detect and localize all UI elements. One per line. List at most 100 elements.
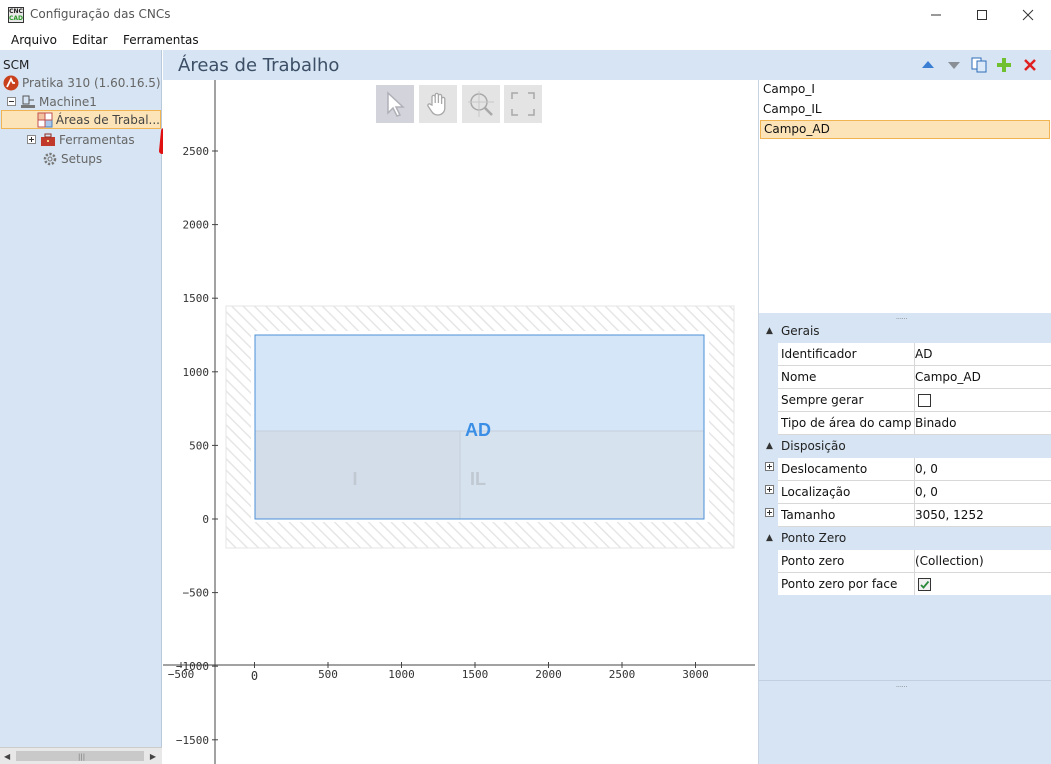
properties-panel: Campo_I Campo_IL Campo_AD ...... ▲ Gerais … xyxy=(758,80,1051,764)
y-tick-label: 2500 xyxy=(183,145,210,158)
area-i-label: I xyxy=(352,469,357,489)
y-tick-label: −1500 xyxy=(176,734,209,747)
checkmark-icon xyxy=(920,580,930,589)
pan-tool-button[interactable] xyxy=(419,85,457,123)
category-gerais[interactable]: ▲ Gerais xyxy=(759,320,1051,343)
expand-localizacao-icon[interactable] xyxy=(765,485,774,494)
prop-identificador[interactable]: Identificador AD xyxy=(778,343,1051,366)
tree-item-machine-model[interactable]: Pratika 310 (1.60.16.5) xyxy=(3,73,161,92)
prop-tamanho[interactable]: Tamanho 3050, 1252 xyxy=(778,504,1051,527)
prop-sempre-gerar[interactable]: Sempre gerar xyxy=(778,389,1051,412)
tree-panel: SCM Pratika 310 (1.60.16.5) Machine1 Áre… xyxy=(0,50,162,764)
tree-item-setups[interactable]: Setups xyxy=(42,149,102,168)
move-down-icon xyxy=(948,62,960,69)
y-tick-label: 2000 xyxy=(183,219,210,232)
chevron-up-icon[interactable]: ▲ xyxy=(766,527,773,550)
tree-item-label: Machine1 xyxy=(39,94,97,109)
maximize-button[interactable] xyxy=(959,0,1005,30)
prop-deslocamento[interactable]: Deslocamento 0, 0 xyxy=(778,458,1051,481)
minimize-button[interactable] xyxy=(913,0,959,30)
grid-icon xyxy=(37,112,53,128)
zoom-tool-button[interactable] xyxy=(462,85,500,123)
prop-nome[interactable]: Nome Campo_AD xyxy=(778,366,1051,389)
area-list-item[interactable]: Campo_IL xyxy=(760,100,1050,119)
category-ponto-zero[interactable]: ▲ Ponto Zero xyxy=(759,527,1051,550)
menu-ferramentas[interactable]: Ferramentas xyxy=(123,33,199,47)
app-logo-icon: CNC CAD xyxy=(8,7,24,23)
work-area-canvas[interactable]: AD I IL 2500 2000 1500 1000 500 0 −500 −1000 −15… xyxy=(163,80,758,764)
expand-icon[interactable] xyxy=(27,135,36,144)
y-tick-label: 1500 xyxy=(183,292,210,305)
y-tick-label: 1000 xyxy=(183,366,210,379)
pan-hand-icon xyxy=(427,92,446,116)
x-tick-label: 1000 xyxy=(388,668,415,681)
prop-ponto-zero[interactable]: Ponto zero (Collection) xyxy=(778,550,1051,573)
tree-item-ferramentas[interactable]: Ferramentas xyxy=(27,130,135,149)
menu-arquivo[interactable]: Arquivo xyxy=(11,33,57,47)
work-area-plot[interactable]: AD I IL 25002000150010005000−500−1000−15… xyxy=(163,80,758,764)
collapse-icon[interactable] xyxy=(7,97,16,106)
x-tick-label: 2000 xyxy=(535,668,562,681)
sempre-gerar-checkbox[interactable] xyxy=(918,394,931,407)
content-header: Áreas de Trabalho xyxy=(163,50,1051,80)
splitter-grip-icon: ...... xyxy=(896,682,908,689)
copy-icon xyxy=(971,57,987,73)
menu-bar: Arquivo Editar Ferramentas xyxy=(0,30,1051,50)
select-tool-button[interactable] xyxy=(376,85,414,123)
tree-horizontal-scrollbar[interactable]: ◀ ||| ▶ xyxy=(0,747,162,764)
close-button[interactable] xyxy=(1005,0,1051,30)
scroll-right-icon[interactable]: ▶ xyxy=(150,752,156,761)
property-grid: ▲ Gerais Identificador AD Nome Campo_AD … xyxy=(759,320,1051,596)
y-tick-label: 500 xyxy=(189,439,209,452)
add-icon xyxy=(997,58,1011,72)
copy-button[interactable] xyxy=(971,57,987,73)
prop-ponto-zero-por-face[interactable]: Ponto zero por face xyxy=(778,573,1051,596)
menu-editar[interactable]: Editar xyxy=(72,33,108,47)
chevron-up-icon[interactable]: ▲ xyxy=(766,435,773,458)
ponto-zero-por-face-checkbox[interactable] xyxy=(918,578,931,591)
title-bar: CNC CAD Configuração das CNCs xyxy=(0,0,1051,30)
fit-view-tool-button[interactable] xyxy=(504,85,542,123)
chevron-up-icon[interactable]: ▲ xyxy=(766,320,773,343)
category-disposicao[interactable]: ▲ Disposição xyxy=(759,435,1051,458)
prop-localizacao[interactable]: Localização 0, 0 xyxy=(778,481,1051,504)
area-list-item[interactable]: Campo_I xyxy=(760,80,1050,99)
delete-button[interactable] xyxy=(1022,57,1038,73)
tree-item-label: Ferramentas xyxy=(59,132,135,147)
tree-root-label[interactable]: SCM xyxy=(3,58,29,72)
x-tick-label: −500 xyxy=(168,668,195,681)
page-title: Áreas de Trabalho xyxy=(178,55,340,76)
toolbox-icon xyxy=(40,132,56,148)
scroll-left-icon[interactable]: ◀ xyxy=(4,752,10,761)
area-ad-label: AD xyxy=(465,420,491,440)
tree-item-machine1[interactable]: Machine1 xyxy=(7,92,97,111)
tree-item-label: Pratika 310 (1.60.16.5) xyxy=(22,75,161,90)
area-il[interactable] xyxy=(459,430,705,520)
description-splitter[interactable]: ...... xyxy=(759,680,1051,689)
maximize-icon xyxy=(977,10,987,20)
x-tick-label: 2500 xyxy=(609,668,636,681)
gear-icon xyxy=(42,151,58,167)
tree-item-label: Áreas de Trabal... xyxy=(55,112,160,127)
move-down-button[interactable] xyxy=(946,57,962,73)
x-tick-label: 500 xyxy=(318,668,338,681)
delete-icon xyxy=(1024,59,1036,71)
expand-deslocamento-icon[interactable] xyxy=(765,462,774,471)
expand-tamanho-icon[interactable] xyxy=(765,508,774,517)
area-list-item[interactable]: Campo_AD xyxy=(760,120,1050,139)
add-button[interactable] xyxy=(996,57,1012,73)
prop-tipo-area[interactable]: Tipo de área do campo... Binado xyxy=(778,412,1051,435)
tree-item-areas[interactable]: Áreas de Trabal... xyxy=(1,110,161,129)
y-axis-ticks: 25002000150010005000−500−1000−1500 xyxy=(176,145,218,747)
brand-logo-icon xyxy=(3,75,19,91)
zoom-icon xyxy=(468,91,494,117)
move-up-button[interactable] xyxy=(920,57,936,73)
list-splitter[interactable]: ...... xyxy=(759,313,1051,321)
scroll-grip-icon: ||| xyxy=(78,753,86,761)
close-icon xyxy=(1022,9,1034,21)
window-title: Configuração das CNCs xyxy=(30,7,171,21)
y-tick-label: −500 xyxy=(183,587,210,600)
y-tick-label: 0 xyxy=(202,513,209,526)
x-tick-label: 0 xyxy=(251,669,258,683)
fit-view-icon xyxy=(511,92,535,116)
